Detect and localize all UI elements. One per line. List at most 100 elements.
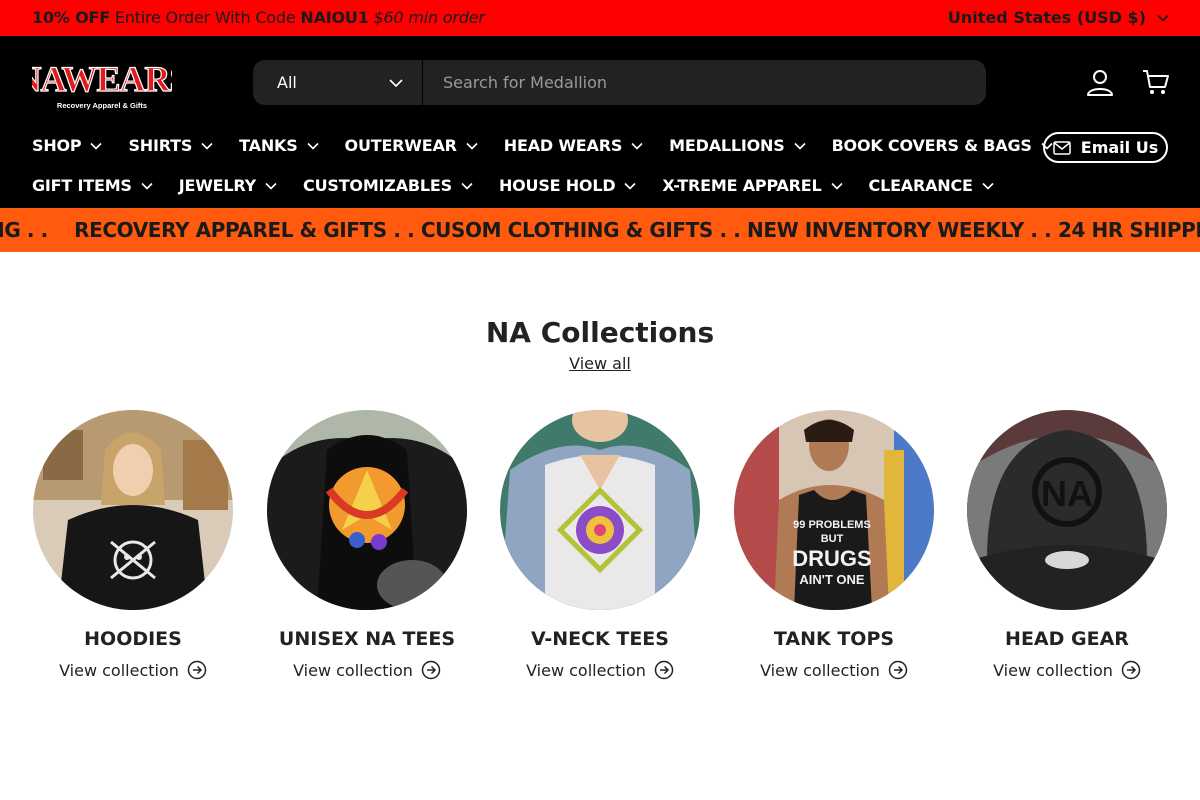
view-collection-label: View collection <box>293 660 413 680</box>
nav-item-x-treme-apparel[interactable]: X-TREME APPAREL <box>662 176 843 195</box>
collection-image-hoodies[interactable] <box>33 410 233 610</box>
view-collection-link[interactable]: View collection <box>33 660 233 680</box>
view-collection-link[interactable]: View collection <box>967 660 1167 680</box>
cart-icon[interactable] <box>1140 66 1172 98</box>
collection-name: TANK TOPS <box>773 628 895 650</box>
email-us-label: Email Us <box>1080 138 1159 157</box>
nav-item-label: MEDALLIONS <box>669 136 785 155</box>
view-collection-label: View collection <box>760 660 880 680</box>
nav-item-customizables[interactable]: CUSTOMIZABLES <box>303 176 474 195</box>
promo-code: NAIOU1 <box>300 8 369 27</box>
collection-image-vneck-tees[interactable] <box>500 410 700 610</box>
promo-discount: 10% OFF <box>32 8 110 27</box>
arrow-right-circle-icon <box>888 660 908 680</box>
logo-graphic: NAWEARS Recovery Apparel & Gifts <box>15 58 190 110</box>
chevron-down-icon <box>389 78 403 87</box>
collection-card-unisex-tees[interactable]: UNISEX NA TEES View collection <box>267 410 467 680</box>
tank-print-line: DRUGS <box>792 546 871 571</box>
arrow-right-circle-icon <box>421 660 441 680</box>
tank-print-text: 99 PROBLEMS BUTDRUGSAIN'T ONE <box>792 519 871 587</box>
collection-name: UNISEX NA TEES <box>278 628 456 650</box>
account-icon[interactable] <box>1084 66 1116 98</box>
nav-item-outerwear[interactable]: OUTERWEAR <box>345 136 479 155</box>
country-label: United States (USD $) <box>947 8 1146 27</box>
nav-item-house-hold[interactable]: HOUSE HOLD <box>499 176 637 195</box>
view-all-link[interactable]: View all <box>569 354 631 373</box>
nav-item-label: JEWELRY <box>178 176 257 195</box>
nav-item-book-covers-bags[interactable]: BOOK COVERS & BAGS <box>832 136 1054 155</box>
collection-card-hoodies[interactable]: HOODIES View collection <box>33 410 233 680</box>
collections-title: NA Collections <box>485 316 715 349</box>
nav-item-jewelry[interactable]: JEWELRY <box>179 176 278 195</box>
nav-item-gift-items[interactable]: GIFT ITEMS <box>32 176 154 195</box>
collection-image-head-gear[interactable]: NA <box>967 410 1167 610</box>
collection-card-head-gear[interactable]: NA HEAD GEAR View collection <box>967 410 1167 680</box>
nav-item-label: TANKS <box>239 136 298 155</box>
svg-text:NA: NA <box>1041 473 1093 514</box>
announcement-bar: 10% OFF Entire Order With Code NAIOU1 $6… <box>0 0 1200 36</box>
arrow-right-circle-icon <box>187 660 207 680</box>
chevron-down-icon <box>982 182 994 190</box>
chevron-down-icon <box>265 182 277 190</box>
nav-item-label: OUTERWEAR <box>344 136 457 155</box>
scrolling-banner-text: NG . . RECOVERY APPAREL & GIFTS . . CUSO… <box>0 218 1200 242</box>
collection-name: HEAD GEAR <box>1005 628 1129 650</box>
country-selector[interactable]: United States (USD $) <box>948 8 1170 27</box>
nav-item-clearance[interactable]: CLEARANCE <box>869 176 995 195</box>
nav-item-shirts[interactable]: SHIRTS <box>128 136 214 155</box>
collection-image-unisex-tees[interactable] <box>267 410 467 610</box>
collection-card-tank-tops[interactable]: 99 PROBLEMS BUT DRUGS AIN'T ONE TANK TOPS V… <box>734 410 934 680</box>
nav-item-label: GIFT ITEMS <box>32 176 132 195</box>
view-collection-label: View collection <box>59 660 179 680</box>
chevron-down-icon <box>306 142 319 150</box>
search-input[interactable] <box>423 60 986 105</box>
promo-message: Entire Order With Code <box>109 8 301 27</box>
collection-image-tank-tops[interactable]: 99 PROBLEMS BUT DRUGS AIN'T ONE <box>734 410 934 610</box>
nav-item-shop[interactable]: SHOP <box>32 136 103 155</box>
promo-text: 10% OFF Entire Order With Code NAIOU1 $6… <box>32 8 485 27</box>
main-nav-row-2: GIFT ITEMS JEWELRY CUSTOMIZABLES HOUSE HOLD… <box>32 176 1020 195</box>
nav-item-label: CLEARANCE <box>868 176 973 195</box>
nav-item-label: SHIRTS <box>128 136 193 155</box>
search-category-select[interactable]: All <box>253 60 423 105</box>
tank-print-line: 99 PROBLEMS <box>793 519 871 531</box>
nav-item-medallions[interactable]: MEDALLIONS <box>669 136 806 155</box>
arrow-right-circle-icon <box>1121 660 1141 680</box>
scrolling-banner: NG . . RECOVERY APPAREL & GIFTS . . CUSO… <box>0 208 1200 252</box>
chevron-down-icon <box>1157 14 1169 22</box>
site-logo[interactable]: NAWEARS Recovery Apparel & Gifts <box>15 53 190 111</box>
logo-tagline: Recovery Apparel & Gifts <box>57 101 147 110</box>
promo-minimum: $60 min order <box>368 8 485 27</box>
site-header: NAWEARS Recovery Apparel & Gifts All SHO… <box>0 36 1200 208</box>
nav-item-label: HOUSE HOLD <box>498 176 616 195</box>
tank-print-line: AIN'T ONE <box>799 572 865 587</box>
chevron-down-icon <box>461 182 473 190</box>
nav-item-label: HEAD WEARS <box>503 136 623 155</box>
view-collection-link[interactable]: View collection <box>734 660 934 680</box>
view-collection-label: View collection <box>526 660 646 680</box>
main-nav-row-1: SHOP SHIRTS TANKS OUTERWEAR HEAD WEARS MEDALL… <box>32 136 1079 155</box>
chevron-down-icon <box>631 142 643 150</box>
view-collection-link[interactable]: View collection <box>500 660 700 680</box>
nav-item-label: X-TREME APPAREL <box>662 176 822 195</box>
nav-item-label: SHOP <box>32 136 82 155</box>
email-us-button[interactable]: Email Us <box>1043 132 1168 163</box>
chevron-down-icon <box>830 182 843 190</box>
collection-card-vneck-tees[interactable]: V-NECK TEES View collection <box>500 410 700 680</box>
arrow-right-circle-icon <box>654 660 674 680</box>
view-collection-label: View collection <box>993 660 1113 680</box>
collection-name: HOODIES <box>84 628 182 650</box>
collection-name: V-NECK TEES <box>531 628 669 650</box>
chevron-down-icon <box>141 182 153 190</box>
nav-item-label: BOOK COVERS & BAGS <box>831 136 1032 155</box>
search-bar: All <box>253 60 986 105</box>
chevron-down-icon <box>90 142 103 150</box>
tank-print-line: BUT <box>821 533 844 545</box>
nav-item-head-wears[interactable]: HEAD WEARS <box>504 136 644 155</box>
view-collection-link[interactable]: View collection <box>267 660 467 680</box>
chevron-down-icon <box>624 182 636 190</box>
search-category-label: All <box>277 73 297 92</box>
nav-item-tanks[interactable]: TANKS <box>239 136 319 155</box>
chevron-down-icon <box>466 142 478 150</box>
nav-item-label: CUSTOMIZABLES <box>303 176 452 195</box>
